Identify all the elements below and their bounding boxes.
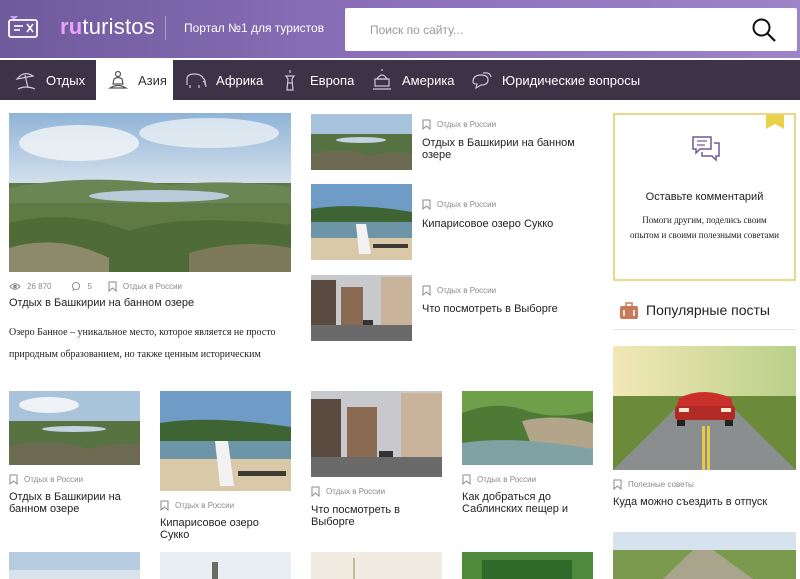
bookmark-icon (462, 474, 471, 485)
comment-widget[interactable]: Оставьте комментарий Помоги другим, поде… (613, 113, 796, 281)
grid-card-title[interactable]: Что посмотреть в Выборге (311, 504, 431, 528)
list-item-image[interactable] (311, 114, 412, 170)
bookmark-icon (613, 479, 622, 490)
list-item-title[interactable]: Что посмотреть в Выборге (422, 303, 592, 315)
list-item-image[interactable] (311, 184, 412, 260)
popular-post-meta: Полезные советы (613, 479, 694, 490)
beach-umbrella-icon (15, 73, 36, 90)
views-count: 26 870 (27, 282, 52, 291)
ticket-icon[interactable] (8, 14, 38, 38)
list-item-meta: Отдых в России (422, 285, 496, 296)
popular-post-image[interactable] (613, 346, 796, 470)
featured-lead: Озеро Банное – уникальное место, которое… (9, 327, 276, 360)
category-label[interactable]: Отдых в России (326, 487, 385, 496)
comment-widget-title: Оставьте комментарий (645, 191, 764, 203)
bookmark-icon (9, 474, 18, 485)
site-header: ruturistos Портал №1 для туристов (0, 0, 800, 58)
popular-post-image[interactable] (613, 532, 796, 579)
search-icon[interactable] (751, 17, 777, 43)
bookmark-icon (160, 500, 169, 511)
nav-item-evropa[interactable]: Европа (278, 60, 358, 100)
popular-post-title[interactable]: Куда можно съездить в отпуск (613, 496, 796, 508)
search-box (345, 8, 797, 51)
suitcase-icon (620, 302, 638, 319)
grid-card-image[interactable] (9, 552, 140, 579)
popular-posts-heading: Популярные посты (646, 302, 770, 318)
chat-icon (472, 72, 492, 90)
nav-item-legal[interactable]: Юридические вопросы (470, 60, 650, 100)
logo-prefix: ru (60, 14, 83, 39)
category-label[interactable]: Отдых в России (437, 286, 496, 295)
list-item-image[interactable] (311, 275, 412, 341)
category-label[interactable]: Полезные советы (628, 480, 694, 489)
grid-card-meta: Отдых в России (9, 474, 83, 485)
category-label[interactable]: Отдых в России (24, 475, 83, 484)
grid-card-image[interactable] (311, 552, 442, 579)
logo-suffix: turistos (82, 14, 155, 39)
grid-card-image[interactable] (160, 552, 291, 579)
buddha-icon (107, 70, 129, 89)
grid-card-meta: Отдых в России (462, 474, 536, 485)
category-label[interactable]: Отдых в России (437, 200, 496, 209)
featured-title[interactable]: Отдых в Башкирии на банном озере (9, 297, 291, 309)
featured-meta: 26 870 5 Отдых в России (9, 281, 182, 292)
capitol-icon (373, 69, 391, 90)
nav-label: Америка (402, 72, 455, 88)
nav-item-afrika[interactable]: Африка (184, 60, 274, 100)
list-item-title[interactable]: Кипарисовое озеро Сукко (422, 218, 592, 230)
tagline: Портал №1 для туристов (184, 21, 325, 35)
nav-label: Азия (138, 72, 167, 88)
elephant-icon (186, 73, 207, 88)
bookmark-icon (422, 285, 431, 296)
grid-card-image[interactable] (462, 552, 593, 579)
divider (613, 329, 796, 330)
logo-divider (165, 16, 166, 40)
grid-card-image[interactable] (160, 391, 291, 491)
comments-count: 5 (87, 282, 92, 291)
main-nav: Отдых Азия Африка Европа Америка Юридиче… (0, 60, 800, 100)
grid-card-image[interactable] (9, 391, 140, 465)
list-item-title[interactable]: Отдых в Башкирии на банном озере (422, 137, 592, 161)
bookmark-icon (311, 486, 320, 497)
bookmark-icon (422, 119, 431, 130)
bookmark-ribbon-icon (766, 115, 784, 129)
nav-item-otdyh[interactable]: Отдых (14, 60, 96, 100)
chat-bubbles-icon (692, 136, 720, 162)
site-logo[interactable]: ruturistos (60, 14, 155, 40)
grid-card-image[interactable] (311, 391, 442, 477)
tower-icon (284, 70, 296, 91)
grid-card-title[interactable]: Отдых в Башкирии на банном озере (9, 491, 140, 515)
nav-item-aziya[interactable]: Азия (96, 60, 173, 100)
bookmark-icon (422, 199, 431, 210)
comment-icon (72, 281, 81, 292)
comment-widget-text: Помоги другим, поделись своим опытом и с… (630, 215, 779, 240)
nav-label: Европа (310, 72, 355, 88)
category-label[interactable]: Отдых в России (123, 282, 182, 291)
nav-label: Африка (216, 72, 264, 88)
nav-item-amerika[interactable]: Америка (370, 60, 460, 100)
category-label[interactable]: Отдых в России (477, 475, 536, 484)
category-label[interactable]: Отдых в России (437, 120, 496, 129)
eye-icon (9, 283, 21, 290)
search-input[interactable] (345, 8, 745, 51)
category-label[interactable]: Отдых в России (175, 501, 234, 510)
grid-card-meta: Отдых в России (160, 500, 234, 511)
nav-label: Юридические вопросы (502, 72, 641, 88)
nav-label: Отдых (46, 72, 86, 88)
featured-image[interactable] (9, 113, 291, 272)
grid-card-title[interactable]: Кипарисовое озеро Сукко (160, 517, 291, 541)
grid-card-meta: Отдых в России (311, 486, 385, 497)
list-item-meta: Отдых в России (422, 119, 496, 130)
grid-card-title[interactable]: Как добраться до Саблинских пещер и (462, 491, 593, 515)
bookmark-icon (108, 281, 117, 292)
grid-card-image[interactable] (462, 391, 593, 465)
list-item-meta: Отдых в России (422, 199, 496, 210)
